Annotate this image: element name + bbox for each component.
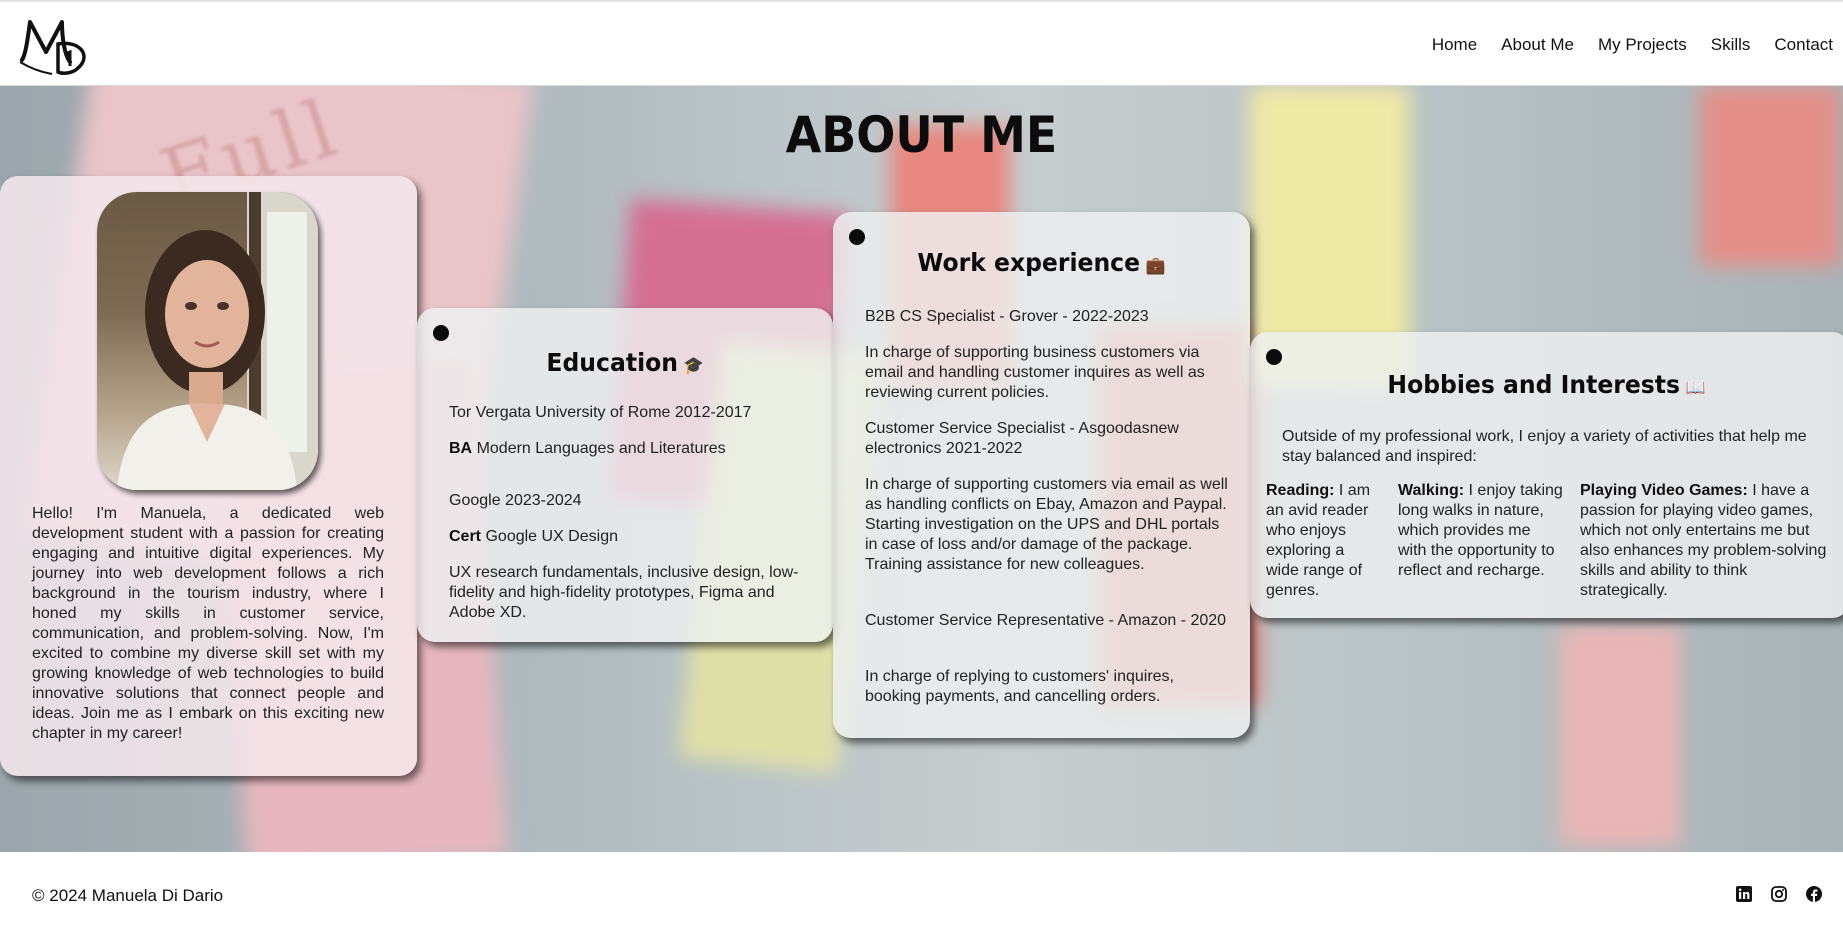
about-section: Full About me Hello! I'm Manuela, a dedi… (0, 86, 1843, 852)
work-card: Work experience 💼 B2B CS Specialist - Gro… (833, 212, 1250, 738)
open-book-icon: 📖 (1685, 378, 1706, 398)
intro-card: Hello! I'm Manuela, a dedicated web deve… (0, 176, 417, 776)
nav-about-me[interactable]: About Me (1501, 35, 1574, 55)
education-degree: BA Modern Languages and Literatures (449, 440, 726, 457)
hobbies-intro: Outside of my professional work, I enjoy… (1282, 428, 1807, 465)
pin-icon (849, 229, 865, 245)
logo-icon[interactable] (18, 16, 92, 76)
nav-my-projects[interactable]: My Projects (1598, 35, 1687, 55)
work-title: Work experience 💼 (917, 248, 1166, 277)
hobbies-card: Hobbies and Interests 📖 Outside of my pro… (1250, 332, 1843, 618)
nav-contact[interactable]: Contact (1774, 35, 1833, 55)
briefcase-icon: 💼 (1145, 256, 1166, 276)
hobby-item: Reading: I am an avid reader who enjoys … (1266, 482, 1371, 599)
main-nav: Home About Me My Projects Skills Contact (1408, 2, 1833, 88)
hobbies-title: Hobbies and Interests 📖 (1387, 370, 1706, 399)
profile-photo (97, 192, 318, 490)
education-cert-description: UX research fundamentals, inclusive desi… (449, 564, 799, 621)
job-role: Customer Service Specialist - Asgoodasne… (865, 420, 1179, 457)
nav-home[interactable]: Home (1432, 35, 1477, 55)
education-cert: Cert Google UX Design (449, 528, 618, 545)
job-description: In charge of replying to customers' inqu… (865, 668, 1174, 705)
social-links (1718, 886, 1823, 903)
education-card: Education 🎓 Tor Vergata University of Rom… (417, 308, 833, 642)
education-school: Tor Vergata University of Rome 2012-2017 (449, 404, 752, 421)
facebook-icon[interactable] (1806, 886, 1823, 903)
linkedin-icon[interactable] (1736, 886, 1753, 903)
site-footer: © 2024 Manuela Di Dario (0, 852, 1843, 928)
job-role: B2B CS Specialist - Grover - 2022-2023 (865, 308, 1149, 325)
hobby-item: Playing Video Games: I have a passion fo… (1580, 482, 1827, 599)
job-role: Customer Service Representative - Amazon… (865, 612, 1227, 629)
education-cert-org: Google 2023-2024 (449, 492, 582, 509)
graduation-cap-icon: 🎓 (683, 356, 704, 376)
education-title: Education 🎓 (546, 348, 704, 377)
site-header: Home About Me My Projects Skills Contact (0, 0, 1843, 86)
job-description: In charge of supporting customers via em… (865, 476, 1228, 573)
nav-skills[interactable]: Skills (1711, 35, 1751, 55)
pin-icon (1266, 349, 1282, 365)
copyright-text: © 2024 Manuela Di Dario (32, 886, 224, 905)
pin-icon (433, 325, 449, 341)
intro-text: Hello! I'm Manuela, a dedicated web deve… (32, 505, 384, 742)
instagram-icon[interactable] (1771, 886, 1788, 903)
hobby-item: Walking: I enjoy taking long walks in na… (1398, 482, 1563, 579)
page-title: About me (785, 106, 1058, 164)
job-description: In charge of supporting business custome… (865, 344, 1205, 401)
